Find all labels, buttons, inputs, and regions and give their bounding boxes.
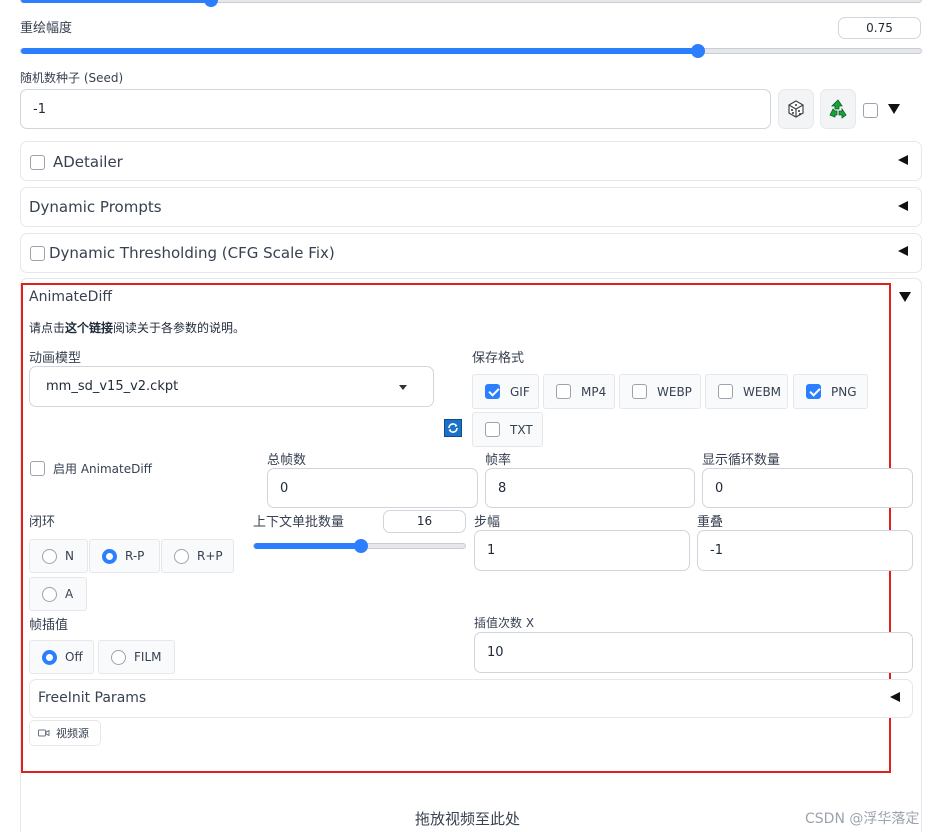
fps-input[interactable]: 8	[485, 468, 695, 508]
seed-input[interactable]: -1	[20, 89, 771, 129]
adetailer-panel	[20, 141, 922, 181]
format-option-mp4[interactable]: MP4	[543, 374, 615, 409]
denoise-value[interactable]: 0.75	[838, 17, 921, 39]
interp-label: 帧插值	[29, 618, 69, 633]
closed-loop-option-n[interactable]: N	[29, 539, 88, 573]
format-label: TXT	[510, 422, 533, 437]
radio-dot[interactable]	[111, 649, 126, 665]
overlap-input[interactable]: -1	[697, 530, 913, 571]
adetailer-collapse-icon[interactable]	[898, 155, 908, 165]
animatediff-doc-link[interactable]: 这个链接	[65, 321, 113, 335]
model-dropdown[interactable]: mm_sd_v15_v2.ckpt	[29, 366, 434, 407]
dynamic-thresholding-title[interactable]: Dynamic Thresholding (CFG Scale Fix)	[49, 244, 335, 262]
animatediff-expand-icon[interactable]	[899, 292, 911, 302]
fps-label: 帧率	[485, 453, 512, 468]
radio-dot[interactable]	[42, 649, 57, 665]
context-batch-slider[interactable]	[253, 539, 466, 553]
format-label: GIF	[510, 384, 530, 399]
format-checkbox[interactable]	[485, 422, 500, 437]
format-checkbox[interactable]	[556, 384, 571, 399]
format-label: WEBM	[743, 384, 782, 399]
refresh-models-button[interactable]	[444, 419, 462, 437]
closed-loop-option-rplusp[interactable]: R+P	[161, 539, 234, 573]
stride-input[interactable]: 1	[474, 530, 690, 571]
format-checkbox[interactable]	[632, 384, 647, 399]
video-source-tab[interactable]: 视频源	[29, 720, 101, 746]
video-drop-text: 拖放视频至此处	[415, 810, 521, 828]
radio-dot[interactable]	[102, 548, 117, 564]
format-label: WEBP	[657, 384, 692, 399]
loop-count-label: 显示循环数量	[702, 453, 781, 468]
closed-loop-label: 闭环	[29, 515, 56, 530]
enable-animatediff-checkbox[interactable]	[30, 461, 45, 476]
loop-count-input[interactable]: 0	[702, 468, 913, 508]
format-label: MP4	[581, 384, 607, 399]
top-slider-thumb[interactable]	[204, 0, 218, 7]
model-value: mm_sd_v15_v2.ckpt	[46, 379, 179, 394]
radio-dot[interactable]	[174, 548, 189, 564]
format-option-txt[interactable]: TXT	[472, 412, 543, 447]
radio-label: Off	[65, 650, 83, 664]
interp-x-input[interactable]: 10	[474, 632, 913, 673]
interp-option-film[interactable]: FILM	[98, 640, 175, 674]
format-option-webp[interactable]: WEBP	[619, 374, 701, 409]
radio-label: R+P	[197, 549, 223, 563]
radio-label: N	[65, 549, 74, 563]
video-source-label: 视频源	[56, 727, 89, 740]
format-option-webm[interactable]: WEBM	[705, 374, 788, 409]
format-checkbox[interactable]	[806, 384, 821, 399]
radio-label: A	[65, 587, 74, 601]
enable-animatediff-label[interactable]: 启用 AnimateDiff	[53, 460, 152, 477]
random-seed-button[interactable]	[778, 89, 814, 129]
animatediff-title[interactable]: AnimateDiff	[29, 289, 112, 305]
interp-x-label: 插值次数 X	[474, 616, 535, 630]
denoise-slider-thumb[interactable]	[690, 44, 705, 58]
overlap-label: 重叠	[697, 515, 724, 530]
radio-dot[interactable]	[42, 548, 57, 564]
format-checkbox[interactable]	[718, 384, 733, 399]
dropdown-caret-icon	[399, 385, 407, 390]
dynamic-thresholding-collapse-icon[interactable]	[898, 246, 908, 256]
freeinit-title[interactable]: FreeInit Params	[38, 690, 146, 706]
radio-label: R-P	[125, 549, 145, 563]
watermark: CSDN @浮华落定	[805, 811, 920, 827]
frames-input[interactable]: 0	[267, 468, 478, 508]
format-option-png[interactable]: PNG	[793, 374, 868, 409]
adetailer-title[interactable]: ADetailer	[53, 153, 123, 171]
freeinit-collapse-icon[interactable]	[890, 692, 900, 702]
recycle-icon	[829, 99, 847, 119]
context-batch-label: 上下文单批数量	[253, 515, 345, 530]
format-checkbox[interactable]	[485, 384, 500, 399]
freeinit-panel	[29, 679, 913, 718]
format-option-gif[interactable]: GIF	[472, 374, 539, 409]
save-format-label: 保存格式	[472, 351, 525, 366]
frames-label: 总帧数	[267, 453, 307, 468]
denoise-label: 重绘幅度	[20, 21, 73, 36]
stride-label: 步幅	[474, 515, 501, 530]
top-slider[interactable]	[20, 0, 922, 7]
dynamic-prompts-title[interactable]: Dynamic Prompts	[29, 198, 162, 216]
dynamic-prompts-collapse-icon[interactable]	[898, 201, 908, 211]
extra-seed-expand-icon[interactable]	[888, 104, 900, 114]
format-label: PNG	[831, 384, 857, 399]
video-camera-icon	[38, 729, 50, 737]
radio-dot[interactable]	[42, 586, 57, 602]
interp-option-off[interactable]: Off	[29, 640, 94, 674]
animatediff-description: 请点击这个链接阅读关于各参数的说明。	[29, 321, 246, 335]
reuse-seed-button[interactable]	[820, 89, 856, 129]
context-batch-value[interactable]: 16	[383, 510, 466, 533]
closed-loop-option-a[interactable]: A	[29, 577, 87, 611]
adetailer-checkbox[interactable]	[30, 155, 45, 170]
context-batch-slider-thumb[interactable]	[353, 539, 368, 553]
denoise-slider[interactable]	[20, 44, 922, 58]
extra-seed-checkbox[interactable]	[863, 103, 878, 118]
refresh-icon	[448, 423, 458, 433]
seed-label: 随机数种子 (Seed)	[20, 71, 124, 85]
dice-icon	[788, 100, 804, 118]
model-label: 动画模型	[29, 351, 82, 366]
dynamic-thresholding-checkbox[interactable]	[30, 246, 45, 261]
closed-loop-option-rminusp[interactable]: R-P	[89, 539, 160, 573]
radio-label: FILM	[134, 650, 162, 664]
